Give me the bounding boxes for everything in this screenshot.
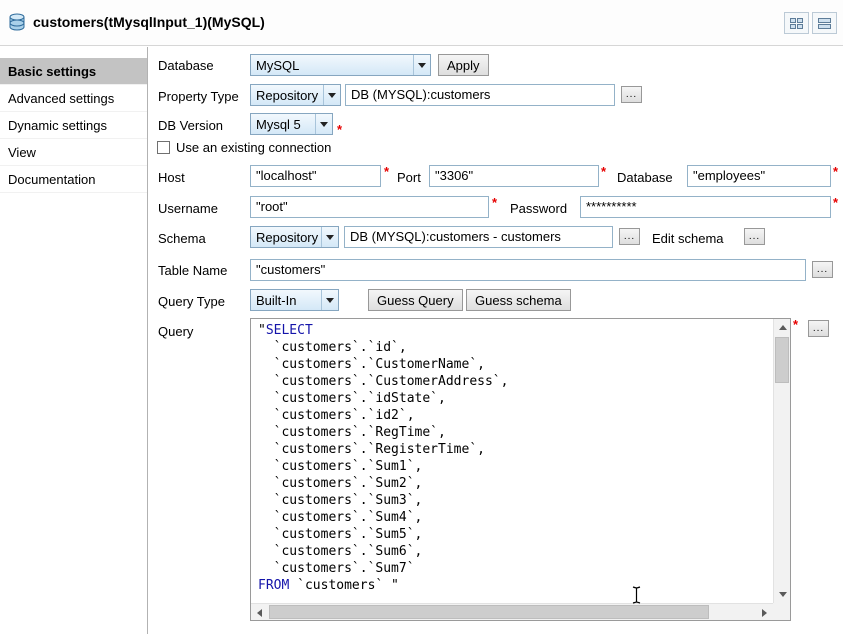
database-type-select[interactable]: MySQL xyxy=(250,54,431,76)
schema-browse-button[interactable]: ... xyxy=(619,228,640,245)
database-type-value: MySQL xyxy=(251,55,413,75)
grid-layout-icon[interactable] xyxy=(784,12,809,34)
vertical-scrollbar[interactable] xyxy=(773,319,790,603)
guess-query-button[interactable]: Guess Query xyxy=(368,289,463,311)
existing-connection-checkbox[interactable] xyxy=(157,141,170,154)
database-name-field[interactable]: "employees" xyxy=(687,165,831,187)
rows-layout-icon[interactable] xyxy=(812,12,837,34)
edit-schema-label: Edit schema xyxy=(652,231,724,246)
component-header: customers(tMysqlInput_1)(MySQL) xyxy=(0,0,843,46)
schema-type-select[interactable]: Repository xyxy=(250,226,339,248)
query-required-marker: * xyxy=(793,317,798,332)
existing-connection-label: Use an existing connection xyxy=(176,140,331,155)
vertical-scrollbar-thumb[interactable] xyxy=(775,337,789,383)
query-text[interactable]: "SELECT `customers`.`id`, `customers`.`C… xyxy=(251,319,773,603)
scrollbar-corner xyxy=(773,603,790,620)
scroll-left-icon[interactable] xyxy=(257,609,262,617)
sidebar-item-dynamic-settings[interactable]: Dynamic settings xyxy=(0,112,147,139)
horizontal-scrollbar-thumb[interactable] xyxy=(269,605,709,619)
sidebar-item-advanced-settings[interactable]: Advanced settings xyxy=(0,85,147,112)
settings-sidebar: Basic settings Advanced settings Dynamic… xyxy=(0,47,148,634)
property-repository-browse-button[interactable]: ... xyxy=(621,86,642,103)
horizontal-scrollbar[interactable] xyxy=(251,603,773,620)
query-label: Query xyxy=(158,324,193,339)
database-name-label: Database xyxy=(617,170,673,185)
query-type-select[interactable]: Built-In xyxy=(250,289,339,311)
text-cursor-pointer xyxy=(631,586,642,604)
scroll-down-icon[interactable] xyxy=(779,592,787,597)
property-type-value: Repository xyxy=(251,85,323,105)
database-label: Database xyxy=(158,58,214,73)
apply-button[interactable]: Apply xyxy=(438,54,489,76)
database-name-required-marker: * xyxy=(833,164,838,179)
chevron-down-icon xyxy=(413,55,430,75)
username-required-marker: * xyxy=(492,195,497,210)
scroll-up-icon[interactable] xyxy=(779,325,787,330)
chevron-down-icon xyxy=(321,290,338,310)
schema-label: Schema xyxy=(158,231,206,246)
schema-type-value: Repository xyxy=(251,227,321,247)
schema-repository-field[interactable]: DB (MYSQL):customers - customers xyxy=(344,226,613,248)
table-name-field[interactable]: "customers" xyxy=(250,259,806,281)
port-label: Port xyxy=(397,170,421,185)
component-title: customers(tMysqlInput_1)(MySQL) xyxy=(33,14,265,30)
sidebar-item-view[interactable]: View xyxy=(0,139,147,166)
chevron-down-icon xyxy=(321,227,338,247)
db-version-label: DB Version xyxy=(158,118,223,133)
sidebar-item-basic-settings[interactable]: Basic settings xyxy=(0,58,147,85)
chevron-down-icon xyxy=(323,85,340,105)
query-type-value: Built-In xyxy=(251,290,321,310)
edit-schema-button[interactable]: ... xyxy=(744,228,765,245)
db-version-value: Mysql 5 xyxy=(251,114,315,134)
host-field[interactable]: "localhost" xyxy=(250,165,381,187)
property-type-select[interactable]: Repository xyxy=(250,84,341,106)
db-version-required-marker: * xyxy=(337,122,342,137)
password-field[interactable]: ********** xyxy=(580,196,831,218)
scroll-right-icon[interactable] xyxy=(762,609,767,617)
guess-schema-button[interactable]: Guess schema xyxy=(466,289,571,311)
property-type-label: Property Type xyxy=(158,89,239,104)
port-required-marker: * xyxy=(601,164,606,179)
query-editor[interactable]: "SELECT `customers`.`id`, `customers`.`C… xyxy=(250,318,791,621)
component-settings-panel: customers(tMysqlInput_1)(MySQL) Basic se… xyxy=(0,0,843,634)
database-component-icon xyxy=(7,12,27,32)
chevron-down-icon xyxy=(315,114,332,134)
port-field[interactable]: "3306" xyxy=(429,165,599,187)
db-version-select[interactable]: Mysql 5 xyxy=(250,113,333,135)
table-name-browse-button[interactable]: ... xyxy=(812,261,833,278)
username-label: Username xyxy=(158,201,218,216)
host-required-marker: * xyxy=(384,164,389,179)
table-name-label: Table Name xyxy=(158,263,227,278)
query-browse-button[interactable]: ... xyxy=(808,320,829,337)
username-field[interactable]: "root" xyxy=(250,196,489,218)
sidebar-item-documentation[interactable]: Documentation xyxy=(0,166,147,193)
password-label: Password xyxy=(510,201,567,216)
property-repository-field[interactable]: DB (MYSQL):customers xyxy=(345,84,615,106)
host-label: Host xyxy=(158,170,185,185)
query-type-label: Query Type xyxy=(158,294,225,309)
password-required-marker: * xyxy=(833,195,838,210)
